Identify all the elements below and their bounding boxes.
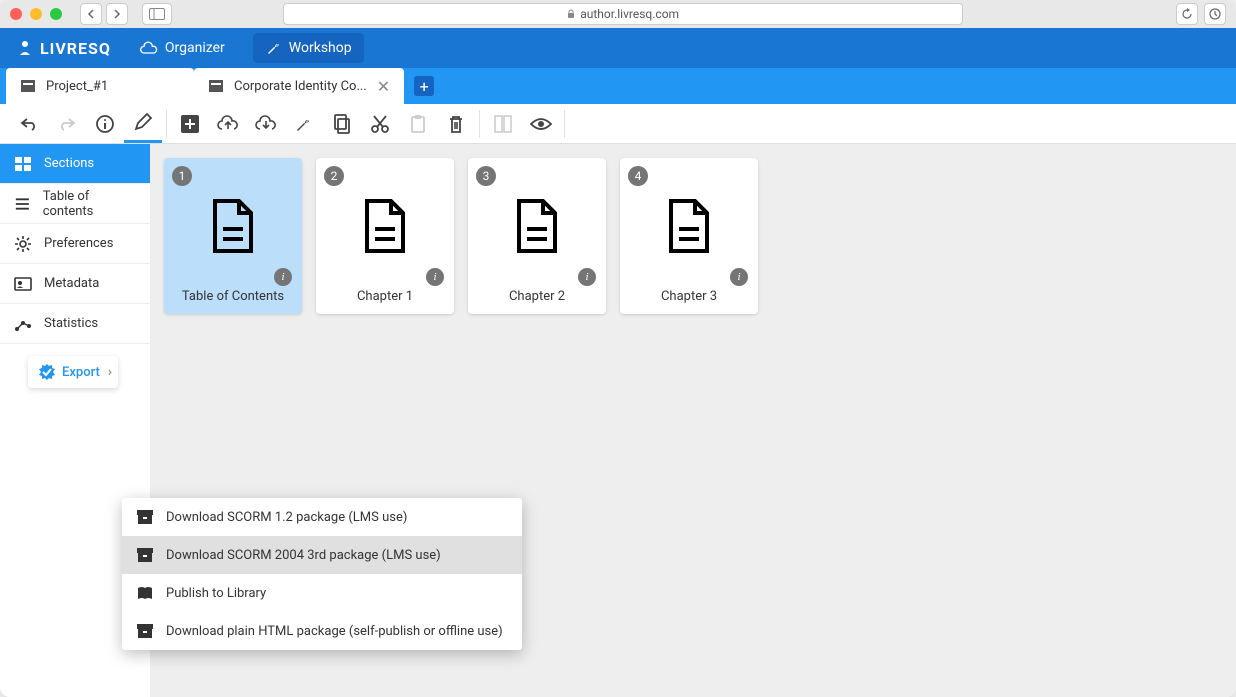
lock-icon bbox=[566, 9, 576, 19]
browser-sidebar-toggle[interactable] bbox=[142, 3, 172, 25]
gear-icon bbox=[14, 235, 32, 253]
export-scorm2004-label: Download SCORM 2004 3rd package (LMS use… bbox=[166, 548, 441, 563]
tab-close-button[interactable]: ✕ bbox=[377, 77, 390, 96]
sidebar-toc-label: Table of contents bbox=[43, 189, 136, 219]
settings-button[interactable] bbox=[285, 105, 323, 143]
cut-button[interactable] bbox=[361, 105, 399, 143]
verified-icon bbox=[38, 363, 56, 381]
sidebar-statistics-label: Statistics bbox=[44, 316, 98, 331]
file-icon bbox=[211, 199, 255, 253]
window-close-button[interactable] bbox=[10, 8, 22, 20]
card-caption: Chapter 1 bbox=[357, 289, 413, 304]
info-button[interactable] bbox=[86, 105, 124, 143]
edit-button[interactable] bbox=[124, 105, 162, 143]
sidebar-sections-label: Sections bbox=[44, 156, 94, 171]
card-number: 3 bbox=[476, 166, 496, 186]
browser-history-button[interactable] bbox=[1204, 3, 1226, 25]
copy-button[interactable] bbox=[323, 105, 361, 143]
card-number: 4 bbox=[628, 166, 648, 186]
sidebar-metadata-label: Metadata bbox=[44, 276, 99, 291]
file-icon bbox=[667, 199, 711, 253]
logo-icon bbox=[16, 39, 34, 57]
cloud-icon bbox=[139, 40, 159, 56]
export-library[interactable]: Publish to Library bbox=[122, 574, 522, 612]
logo-text: LIVRESQ bbox=[40, 39, 111, 58]
archive-icon bbox=[136, 508, 154, 526]
id-card-icon bbox=[14, 275, 32, 293]
export-library-label: Publish to Library bbox=[166, 586, 266, 601]
archive-icon bbox=[136, 622, 154, 640]
cloud-upload-button[interactable] bbox=[209, 105, 247, 143]
browser-url-bar[interactable]: author.livresq.com bbox=[283, 3, 963, 25]
layout-button[interactable] bbox=[484, 105, 522, 143]
toolbar bbox=[0, 104, 1236, 144]
nav-workshop-label: Workshop bbox=[289, 40, 352, 56]
sidebar-item-preferences[interactable]: Preferences bbox=[0, 224, 150, 264]
export-scorm2004[interactable]: Download SCORM 2004 3rd package (LMS use… bbox=[122, 536, 522, 574]
sidebar-item-metadata[interactable]: Metadata bbox=[0, 264, 150, 304]
section-card-2[interactable]: 2 i Chapter 1 bbox=[316, 158, 454, 314]
stats-icon bbox=[14, 315, 32, 333]
info-icon[interactable]: i bbox=[578, 268, 596, 286]
section-card-1[interactable]: 1 i Table of Contents bbox=[164, 158, 302, 314]
app-header: LIVRESQ Organizer Workshop bbox=[0, 28, 1236, 68]
file-icon bbox=[515, 199, 559, 253]
tab-document-label: Corporate Identity Co... bbox=[234, 79, 367, 94]
book-icon bbox=[136, 584, 154, 602]
project-icon bbox=[20, 78, 36, 94]
export-context-menu: Download SCORM 1.2 package (LMS use) Dow… bbox=[122, 498, 522, 650]
cloud-download-button[interactable] bbox=[247, 105, 285, 143]
tab-document[interactable]: Corporate Identity Co... ✕ bbox=[194, 68, 404, 104]
sidebar-item-sections[interactable]: Sections bbox=[0, 144, 150, 184]
sidebar-item-toc[interactable]: Table of contents bbox=[0, 184, 150, 224]
browser-back-button[interactable] bbox=[80, 3, 102, 25]
window-maximize-button[interactable] bbox=[50, 8, 62, 20]
list-icon bbox=[14, 195, 31, 213]
wrench-icon bbox=[265, 39, 283, 57]
info-icon[interactable]: i bbox=[274, 268, 292, 286]
export-html[interactable]: Download plain HTML package (self-publis… bbox=[122, 612, 522, 650]
card-caption: Chapter 2 bbox=[509, 289, 565, 304]
tab-project-label: Project_#1 bbox=[46, 79, 108, 94]
redo-button[interactable] bbox=[48, 105, 86, 143]
card-caption: Chapter 3 bbox=[661, 289, 717, 304]
browser-forward-button[interactable] bbox=[106, 3, 128, 25]
tabs-bar: Project_#1 Corporate Identity Co... ✕ + bbox=[0, 68, 1236, 104]
card-number: 1 bbox=[172, 166, 192, 186]
add-tab-button[interactable]: + bbox=[414, 76, 434, 96]
undo-button[interactable] bbox=[10, 105, 48, 143]
nav-workshop[interactable]: Workshop bbox=[253, 33, 364, 63]
sidebar-item-statistics[interactable]: Statistics bbox=[0, 304, 150, 344]
browser-title-bar: author.livresq.com bbox=[0, 0, 1236, 28]
sidebar-item-export[interactable]: Export bbox=[28, 356, 118, 388]
info-icon[interactable]: i bbox=[426, 268, 444, 286]
section-card-3[interactable]: 3 i Chapter 2 bbox=[468, 158, 606, 314]
file-icon bbox=[363, 199, 407, 253]
sections-icon bbox=[14, 155, 32, 173]
sidebar-export-label: Export bbox=[62, 365, 100, 380]
app-logo[interactable]: LIVRESQ bbox=[16, 39, 111, 58]
browser-refresh-button[interactable] bbox=[1176, 3, 1198, 25]
export-scorm12-label: Download SCORM 1.2 package (LMS use) bbox=[166, 510, 407, 525]
preview-button[interactable] bbox=[522, 105, 560, 143]
archive-icon bbox=[136, 546, 154, 564]
add-button[interactable] bbox=[171, 105, 209, 143]
section-card-4[interactable]: 4 i Chapter 3 bbox=[620, 158, 758, 314]
window-minimize-button[interactable] bbox=[30, 8, 42, 20]
card-caption: Table of Contents bbox=[182, 289, 284, 304]
info-icon[interactable]: i bbox=[730, 268, 748, 286]
export-scorm12[interactable]: Download SCORM 1.2 package (LMS use) bbox=[122, 498, 522, 536]
nav-organizer-label: Organizer bbox=[165, 40, 225, 56]
document-icon bbox=[208, 78, 224, 94]
export-html-label: Download plain HTML package (self-publis… bbox=[166, 624, 503, 639]
tab-project[interactable]: Project_#1 bbox=[6, 68, 194, 104]
paste-button[interactable] bbox=[399, 105, 437, 143]
url-text: author.livresq.com bbox=[580, 7, 679, 21]
sidebar-preferences-label: Preferences bbox=[44, 236, 113, 251]
delete-button[interactable] bbox=[437, 105, 475, 143]
nav-organizer[interactable]: Organizer bbox=[127, 34, 237, 62]
card-number: 2 bbox=[324, 166, 344, 186]
